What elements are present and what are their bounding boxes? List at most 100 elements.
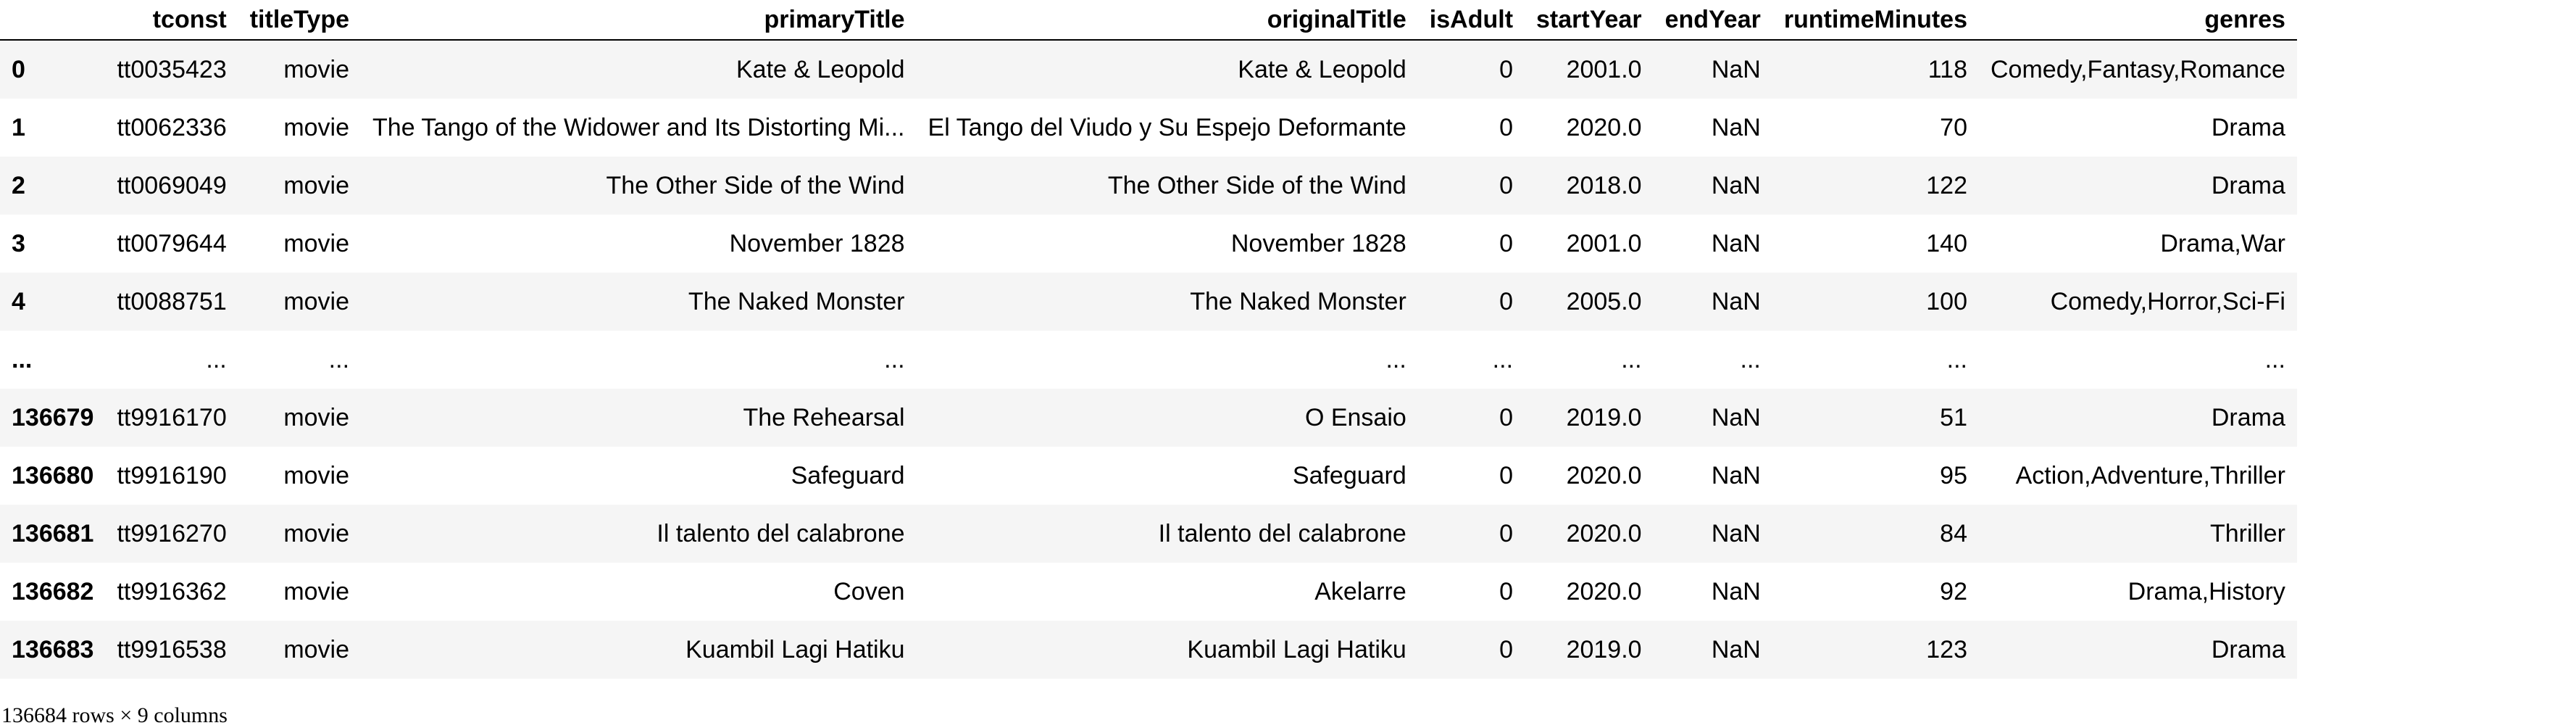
cell-originaltitle: Kuambil Lagi Hatiku (1187, 635, 1406, 663)
column-header-originaltitle: originalTitle (916, 0, 1418, 41)
cell-originaltitle: November 1828 (1230, 229, 1406, 257)
cell-isadult: 0 (1499, 171, 1514, 199)
cell-originaltitle: El Tango del Viudo y Su Espejo Deformant… (928, 113, 1406, 141)
cell-isadult: 0 (1499, 403, 1514, 431)
column-header-tconst: tconst (105, 0, 238, 41)
cell-startyear: 2020.0 (1566, 519, 1642, 547)
cell-titletype: movie (283, 403, 350, 431)
cell-genres: ... (2264, 345, 2285, 373)
cell-primarytitle: The Tango of the Widower and Its Distort… (372, 113, 905, 141)
cell-endyear: NaN (1711, 55, 1761, 83)
cell-titletype: movie (283, 113, 350, 141)
cell-endyear: NaN (1711, 229, 1761, 257)
cell-runtimeminutes: 84 (1940, 519, 1967, 547)
cell-endyear: NaN (1711, 635, 1761, 663)
cell-originaltitle: Kate & Leopold (1238, 55, 1406, 83)
table-row: 0 tt0035423 movie Kate & Leopold Kate & Leop… (0, 40, 2297, 99)
cell-startyear: 2020.0 (1566, 113, 1642, 141)
cell-primarytitle: ... (884, 345, 905, 373)
header-row: tconst titleType primaryTitle originalTitle… (0, 0, 2297, 41)
column-header-titletype: titleType (238, 0, 362, 41)
dataframe-output: tconst titleType primaryTitle originalTitle… (0, 0, 2297, 679)
row-index: 0 (12, 55, 25, 83)
cell-originaltitle: ... (1385, 345, 1406, 373)
cell-tconst: tt9916170 (117, 403, 227, 431)
cell-originaltitle: O Ensaio (1304, 403, 1406, 431)
row-index: ... (12, 345, 33, 373)
cell-startyear: 2005.0 (1566, 287, 1642, 315)
cell-titletype: movie (283, 229, 350, 257)
cell-tconst: tt0079644 (117, 229, 227, 257)
cell-genres: Thriller (2210, 519, 2285, 547)
table-body: 0 tt0035423 movie Kate & Leopold Kate & Leop… (0, 40, 2297, 679)
cell-endyear: NaN (1711, 113, 1761, 141)
table-row: 136681 tt9916270 movie Il talento del calab… (0, 505, 2297, 563)
row-index: 1 (12, 113, 25, 141)
ellipsis-row: .............................. (0, 331, 2297, 389)
cell-tconst: tt0062336 (117, 113, 227, 141)
cell-isadult: 0 (1499, 519, 1514, 547)
row-index: 136680 (12, 461, 94, 489)
cell-isadult: 0 (1499, 577, 1514, 605)
cell-tconst: tt9916538 (117, 635, 227, 663)
cell-runtimeminutes: 100 (1926, 287, 1967, 315)
table-row: 136680 tt9916190 movie Safeguard Safeguard 0 2… (0, 447, 2297, 505)
column-header-runtimeminutes: runtimeMinutes (1772, 0, 1979, 41)
cell-startyear: 2019.0 (1566, 635, 1642, 663)
cell-primarytitle: Safeguard (791, 461, 905, 489)
cell-startyear: 2001.0 (1566, 55, 1642, 83)
cell-primarytitle: November 1828 (729, 229, 905, 257)
cell-startyear: 2020.0 (1566, 577, 1642, 605)
cell-endyear: NaN (1711, 577, 1761, 605)
cell-isadult: 0 (1499, 55, 1514, 83)
cell-titletype: movie (283, 461, 350, 489)
cell-tconst: tt0069049 (117, 171, 227, 199)
cell-tconst: tt0035423 (117, 55, 227, 83)
row-index: 3 (12, 229, 25, 257)
cell-primarytitle: The Naked Monster (688, 287, 905, 315)
column-header-primarytitle: primaryTitle (361, 0, 917, 41)
cell-runtimeminutes: 122 (1926, 171, 1967, 199)
cell-isadult: ... (1492, 345, 1514, 373)
row-index: 136681 (12, 519, 94, 547)
column-header-endyear: endYear (1653, 0, 1772, 41)
cell-isadult: 0 (1499, 229, 1514, 257)
cell-primarytitle: Kate & Leopold (735, 55, 905, 83)
row-index: 136679 (12, 403, 94, 431)
cell-titletype: movie (283, 519, 350, 547)
cell-tconst: tt9916270 (117, 519, 227, 547)
cell-tconst: tt0088751 (117, 287, 227, 315)
cell-runtimeminutes: 92 (1940, 577, 1967, 605)
cell-primarytitle: The Other Side of the Wind (606, 171, 905, 199)
cell-originaltitle: The Other Side of the Wind (1107, 171, 1406, 199)
cell-startyear: 2020.0 (1566, 461, 1642, 489)
row-index: 4 (12, 287, 25, 315)
table-row: 2 tt0069049 movie The Other Side of the Win… (0, 157, 2297, 215)
cell-tconst: tt9916362 (117, 577, 227, 605)
cell-titletype: movie (283, 55, 350, 83)
cell-genres: Comedy,Horror,Sci-Fi (2050, 287, 2285, 315)
cell-primarytitle: The Rehearsal (743, 403, 905, 431)
cell-runtimeminutes: 123 (1926, 635, 1967, 663)
cell-titletype: movie (283, 635, 350, 663)
column-header-genres: genres (1979, 0, 2297, 41)
cell-genres: Drama (2211, 113, 2285, 141)
table-row: 136679 tt9916170 movie The Rehearsal O Ensai… (0, 389, 2297, 447)
table-row: 136683 tt9916538 movie Kuambil Lagi Hatiku K… (0, 621, 2297, 679)
dataframe-table: tconst titleType primaryTitle originalTitle… (0, 0, 2297, 679)
cell-isadult: 0 (1499, 461, 1514, 489)
cell-genres: Drama (2211, 635, 2285, 663)
cell-endyear: NaN (1711, 171, 1761, 199)
cell-startyear: ... (1621, 345, 1642, 373)
cell-primarytitle: Coven (833, 577, 905, 605)
cell-titletype: movie (283, 577, 350, 605)
table-row: 136682 tt9916362 movie Coven Akelarre 0 2020.0… (0, 563, 2297, 621)
cell-endyear: NaN (1711, 287, 1761, 315)
cell-primarytitle: Kuambil Lagi Hatiku (685, 635, 905, 663)
cell-endyear: NaN (1711, 519, 1761, 547)
row-index: 2 (12, 171, 25, 199)
cell-endyear: NaN (1711, 461, 1761, 489)
cell-runtimeminutes: ... (1946, 345, 1967, 373)
cell-genres: Drama (2211, 403, 2285, 431)
table-row: 1 tt0062336 movie The Tango of the Widower … (0, 99, 2297, 157)
